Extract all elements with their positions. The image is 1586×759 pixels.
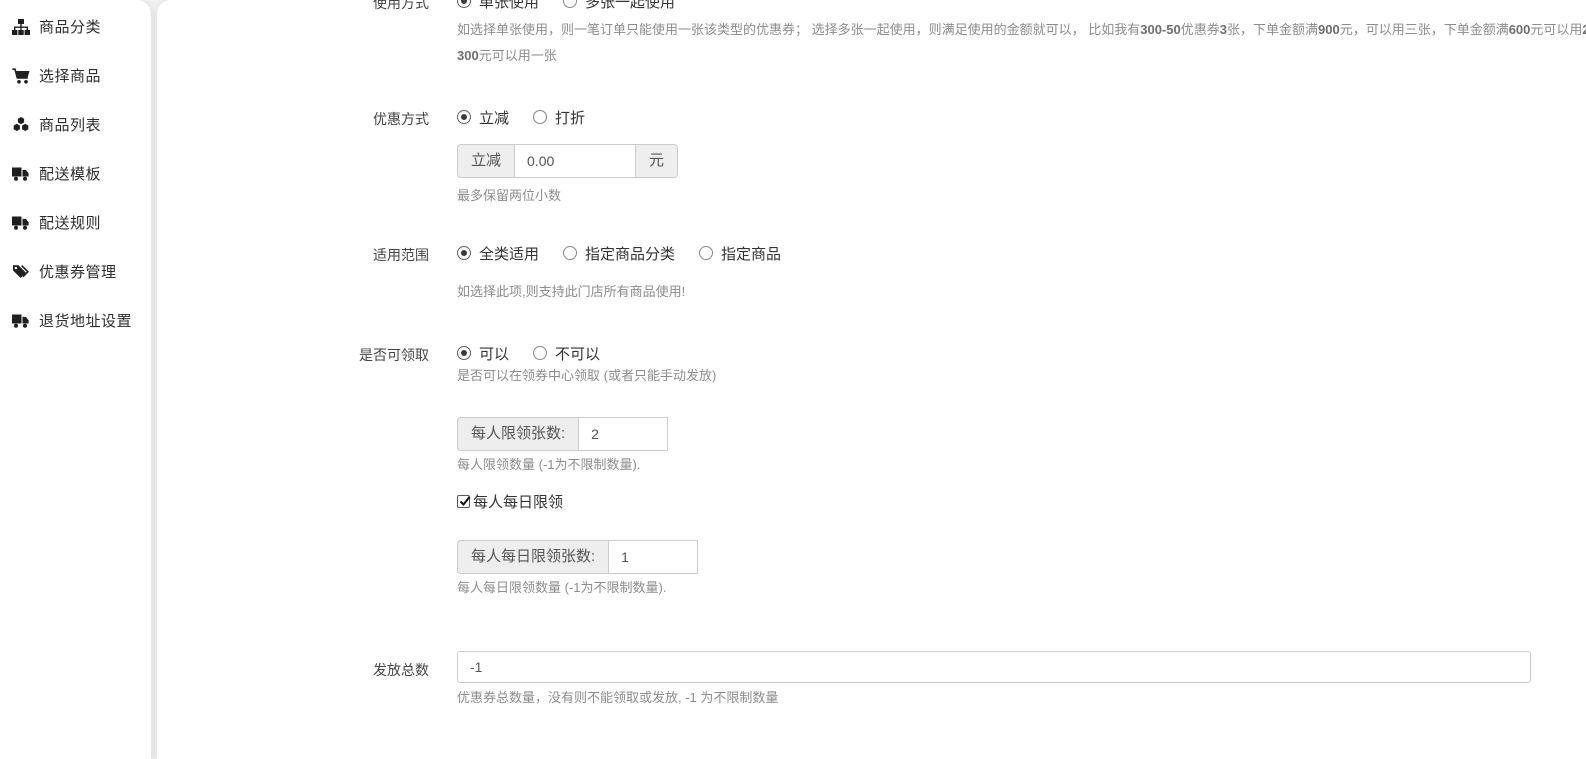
radio-icon: [533, 110, 547, 124]
claimable-hint: 是否可以在领券中心领取 (或者只能手动发放): [457, 367, 1586, 384]
sidebar-item-delivery-rules[interactable]: 配送规则: [0, 198, 151, 247]
sidebar-item-label: 商品列表: [39, 114, 101, 135]
radio-icon: [563, 246, 577, 260]
form-row-claimable: 是否可领取 可以 不可以 是否可以在领券中心领取 (或者只能手动发放) 每人限领…: [157, 342, 1586, 596]
per-person-limit-group: 每人限领张数:: [457, 417, 1586, 451]
sitemap-icon: [11, 18, 30, 35]
radio-specified-categories[interactable]: 指定商品分类: [563, 243, 675, 264]
reduce-amount-input[interactable]: [514, 144, 636, 178]
sidebar-item-delivery-template[interactable]: 配送模板: [0, 149, 151, 198]
radio-multi-use[interactable]: 多张一起使用: [563, 0, 675, 12]
radio-icon: [563, 0, 577, 8]
total-issue-hint: 优惠券总数量，没有则不能领取或发放, -1 为不限制数量: [457, 689, 1586, 706]
sidebar-item-label: 配送模板: [39, 163, 101, 184]
total-issue-label: 发放总数: [157, 651, 457, 706]
cubes-icon: [11, 116, 30, 133]
sidebar: 商品分类 选择商品 商品列表 配送模板 配送规则 优惠券管理 退货地址设置: [0, 0, 151, 759]
form-row-total-issue: 发放总数 优惠券总数量，没有则不能领取或发放, -1 为不限制数量: [157, 651, 1586, 706]
coupon-form-panel: 使用方式 单张使用 多张一起使用 如选择单张使用，则一笔订单只能使用一张该类型的…: [157, 0, 1586, 759]
daily-limit-input[interactable]: [608, 540, 698, 574]
sidebar-item-coupon-management[interactable]: 优惠券管理: [0, 247, 151, 296]
total-issue-input[interactable]: [457, 651, 1531, 683]
usage-description-line2: 300元可以用一张: [457, 47, 1586, 64]
usage-label: 使用方式: [157, 0, 457, 64]
radio-icon: [533, 346, 547, 360]
sidebar-item-label: 退货地址设置: [39, 310, 132, 331]
sidebar-item-label: 选择商品: [39, 65, 101, 86]
checkbox-checked-icon: [457, 495, 470, 508]
discount-method-label: 优惠方式: [157, 106, 457, 204]
daily-limit-hint: 每人每日限领数量 (-1为不限制数量).: [457, 579, 1586, 596]
per-person-limit-addon: 每人限领张数:: [457, 417, 578, 451]
tags-icon: [11, 263, 30, 280]
sidebar-item-return-address-settings[interactable]: 退货地址设置: [0, 296, 151, 345]
radio-instant-reduce[interactable]: 立减: [457, 107, 509, 128]
usage-description-line1: 如选择单张使用，则一笔订单只能使用一张该类型的优惠券； 选择多张一起使用，则满足…: [457, 21, 1586, 38]
yuan-unit-addon: 元: [636, 144, 678, 178]
form-row-usage: 使用方式 单张使用 多张一起使用 如选择单张使用，则一笔订单只能使用一张该类型的…: [157, 0, 1586, 64]
radio-icon: [457, 246, 471, 260]
truck-icon: [11, 214, 30, 231]
reduce-amount-group: 立减 元: [457, 144, 1586, 178]
daily-limit-checkbox[interactable]: 每人每日限领: [457, 491, 1586, 511]
radio-single-use[interactable]: 单张使用: [457, 0, 539, 12]
sidebar-item-select-products[interactable]: 选择商品: [0, 51, 151, 100]
radio-icon: [457, 346, 471, 360]
radio-icon: [457, 0, 471, 8]
scope-hint: 如选择此项,则支持此门店所有商品使用!: [457, 283, 1586, 300]
truck-icon: [11, 165, 30, 182]
truck-icon: [11, 312, 30, 329]
daily-limit-addon: 每人每日限领张数:: [457, 540, 608, 574]
reduce-amount-hint: 最多保留两位小数: [457, 187, 1586, 204]
sidebar-item-product-categories[interactable]: 商品分类: [0, 2, 151, 51]
scope-label: 适用范围: [157, 242, 457, 300]
per-person-limit-hint: 每人限领数量 (-1为不限制数量).: [457, 456, 1586, 473]
radio-claim-yes[interactable]: 可以: [457, 343, 509, 364]
radio-claim-no[interactable]: 不可以: [533, 343, 600, 364]
form-row-discount-method: 优惠方式 立减 打折 立减 元 最多保留两位小数: [157, 106, 1586, 204]
sidebar-item-product-list[interactable]: 商品列表: [0, 100, 151, 149]
radio-discount-percent[interactable]: 打折: [533, 107, 585, 128]
radio-specified-products[interactable]: 指定商品: [699, 243, 781, 264]
radio-icon: [699, 246, 713, 260]
sidebar-item-label: 优惠券管理: [39, 261, 117, 282]
sidebar-item-label: 商品分类: [39, 16, 101, 37]
reduce-amount-addon: 立减: [457, 144, 514, 178]
sidebar-item-label: 配送规则: [39, 212, 101, 233]
form-row-scope: 适用范围 全类适用 指定商品分类 指定商品 如选择此项,则支持此门店所有商品使用…: [157, 242, 1586, 300]
radio-icon: [457, 110, 471, 124]
daily-limit-group: 每人每日限领张数:: [457, 540, 1586, 574]
per-person-limit-input[interactable]: [578, 417, 668, 451]
claimable-label: 是否可领取: [157, 342, 457, 596]
cart-icon: [11, 67, 30, 84]
radio-all-categories[interactable]: 全类适用: [457, 243, 539, 264]
